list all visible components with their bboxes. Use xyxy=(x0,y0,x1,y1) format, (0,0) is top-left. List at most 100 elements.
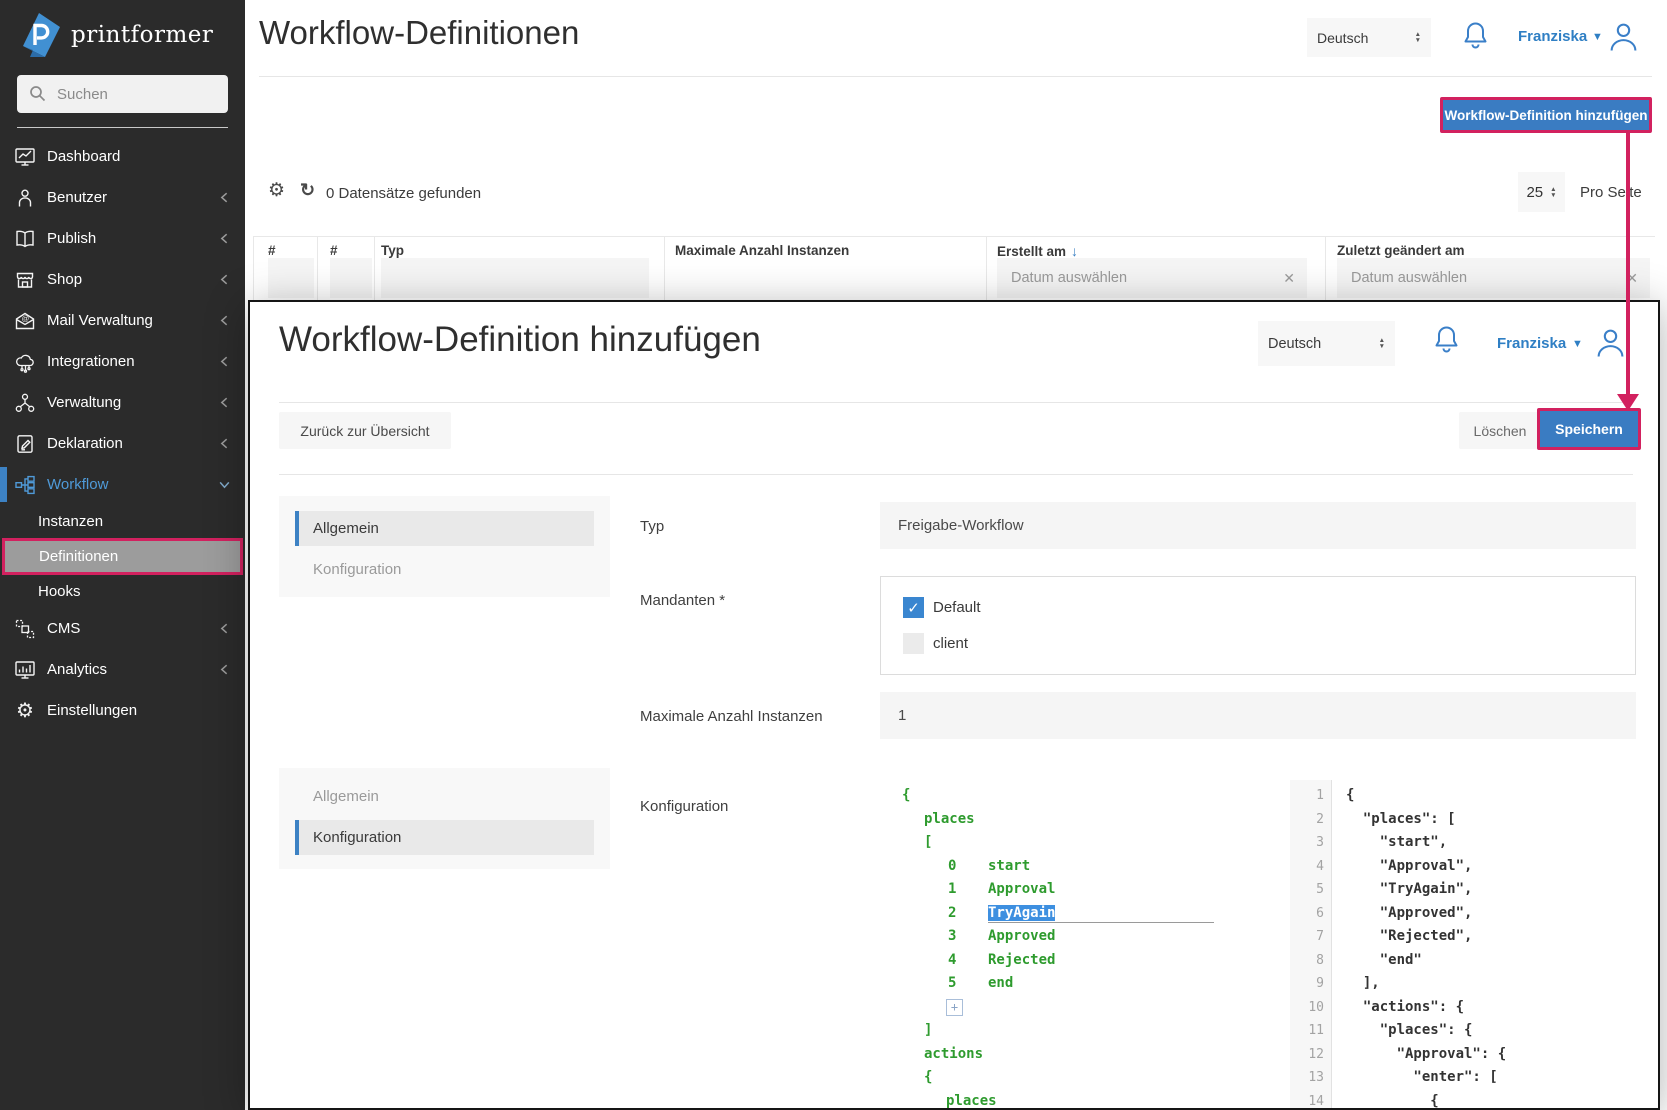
language-select[interactable]: Deutsch ▲▼ xyxy=(1307,18,1431,57)
table-top-border xyxy=(253,236,1655,237)
user-avatar-icon[interactable] xyxy=(1608,21,1639,52)
checkbox-default-label: Default xyxy=(933,599,981,616)
sidebar-item-shop[interactable]: Shop xyxy=(0,259,245,300)
code-line: "start", xyxy=(1346,831,1646,855)
column-header-max-instanzen[interactable]: Maximale Anzahl Instanzen xyxy=(675,243,849,258)
active-indicator-bar xyxy=(0,467,7,502)
check-icon: ✓ xyxy=(907,599,920,617)
sidebar-item-deklaration[interactable]: Deklaration xyxy=(0,423,245,464)
storefront-icon xyxy=(12,269,38,291)
tab-allgemein[interactable]: Allgemein xyxy=(313,788,379,805)
sidebar-item-benutzer[interactable]: Benutzer xyxy=(0,177,245,218)
tree-item-value-editing[interactable]: TryAgain xyxy=(988,905,1055,921)
tree-item-value[interactable]: Rejected xyxy=(988,952,1055,968)
workflow-definition-dialog: Workflow-Definition hinzufügen Deutsch ▲… xyxy=(248,300,1660,1110)
sort-desc-icon[interactable]: ↓ xyxy=(1071,243,1078,259)
back-to-overview-button[interactable]: Zurück zur Übersicht xyxy=(279,412,451,449)
code-line-number-gutter: 1234567891011121314 xyxy=(1290,780,1332,1110)
select-arrows-icon: ▲▼ xyxy=(1415,32,1421,43)
chevron-left-icon xyxy=(218,191,231,204)
clear-x-icon[interactable]: ✕ xyxy=(1283,270,1295,287)
notification-bell-icon[interactable] xyxy=(1462,20,1489,51)
sidebar-item-dashboard[interactable]: Dashboard xyxy=(0,136,245,177)
save-button[interactable]: Speichern xyxy=(1537,408,1641,450)
code-line: "end" xyxy=(1346,949,1646,973)
sidebar-item-einstellungen[interactable]: ⚙ Einstellungen xyxy=(0,690,245,731)
user-name[interactable]: Franziska xyxy=(1518,28,1587,45)
sidebar-item-verwaltung[interactable]: Verwaltung xyxy=(0,382,245,423)
dialog-language-select[interactable]: Deutsch ▲▼ xyxy=(1258,321,1395,366)
annotation-arrow-line xyxy=(1626,133,1630,395)
tab-allgemein[interactable]: Allgemein xyxy=(295,511,594,546)
tree-item-value[interactable]: Approval xyxy=(988,881,1055,897)
json-code-editor[interactable]: { "places": [ "start", "Approval", "TryA… xyxy=(1346,784,1646,1110)
user-avatar-icon[interactable] xyxy=(1595,327,1626,358)
sidebar-item-cms[interactable]: CMS xyxy=(0,608,245,649)
sidebar-item-hooks[interactable]: Hooks xyxy=(0,575,245,608)
select-arrows-icon: ▲▼ xyxy=(1550,187,1556,198)
user-name[interactable]: Franziska xyxy=(1497,335,1566,352)
user-caret-down-icon[interactable]: ▼ xyxy=(1592,31,1603,43)
sidebar-item-publish[interactable]: Publish xyxy=(0,218,245,259)
sidebar-item-mail-verwaltung[interactable]: @ Mail Verwaltung xyxy=(0,300,245,341)
tab-konfiguration[interactable]: Konfiguration xyxy=(295,820,594,855)
max-instanzen-value: 1 xyxy=(898,707,906,724)
delete-button[interactable]: Löschen xyxy=(1459,412,1541,449)
column-header-typ[interactable]: Typ xyxy=(381,243,404,258)
annotation-arrow-head xyxy=(1617,394,1639,411)
sidebar-item-analytics[interactable]: Analytics xyxy=(0,649,245,690)
sidebar-item-instanzen[interactable]: Instanzen xyxy=(0,505,245,538)
code-line: "Approval", xyxy=(1346,855,1646,879)
dialog-divider xyxy=(279,402,1633,403)
user-caret-down-icon[interactable]: ▼ xyxy=(1572,338,1583,350)
refresh-icon[interactable]: ↻ xyxy=(300,181,315,199)
add-array-item-button[interactable]: + xyxy=(946,999,963,1016)
tree-item-index: 1 xyxy=(948,878,988,902)
edit-underline xyxy=(988,922,1214,923)
tree-item-value[interactable]: Approved xyxy=(988,928,1055,944)
column-separator xyxy=(374,236,375,300)
column-header-geaendert-am[interactable]: Zuletzt geändert am xyxy=(1337,243,1465,258)
tree-item-value[interactable]: end xyxy=(988,975,1013,991)
search-input[interactable] xyxy=(17,75,228,113)
column-header-id1[interactable]: # xyxy=(268,243,276,258)
filter-created-date-input[interactable]: Datum auswählen ✕ xyxy=(997,258,1307,298)
add-workflow-definition-button[interactable]: Workflow-Definition hinzufügen xyxy=(1440,97,1652,133)
tab-active-bar xyxy=(295,820,299,855)
checkbox-default[interactable]: ✓ xyxy=(903,597,924,618)
code-line: "Approved", xyxy=(1346,902,1646,926)
checkbox-client[interactable] xyxy=(903,633,924,654)
code-line: { xyxy=(1346,1090,1646,1110)
per-page-select[interactable]: 25 ▲▼ xyxy=(1518,172,1565,212)
tab-label: Allgemein xyxy=(313,520,379,537)
select-arrows-icon: ▲▼ xyxy=(1379,338,1385,349)
filter-typ-input[interactable] xyxy=(381,258,649,298)
tab-konfiguration[interactable]: Konfiguration xyxy=(313,561,401,578)
per-page-value: 25 xyxy=(1526,184,1543,201)
code-line: "enter": [ xyxy=(1346,1066,1646,1090)
column-separator xyxy=(317,236,318,300)
chevron-left-icon xyxy=(218,663,231,676)
sidebar-item-workflow[interactable]: Workflow xyxy=(0,464,245,505)
filter-id2-input[interactable] xyxy=(330,258,372,298)
sidebar-item-label: Verwaltung xyxy=(47,394,121,411)
sidebar-subitem-label: Instanzen xyxy=(38,513,103,530)
sidebar-item-label: Einstellungen xyxy=(47,702,137,719)
header-divider xyxy=(259,76,1652,77)
filter-id1-input[interactable] xyxy=(268,258,314,298)
sidebar-item-label: CMS xyxy=(47,620,80,637)
sidebar-item-definitionen[interactable]: Definitionen xyxy=(2,538,243,575)
search-icon xyxy=(28,84,48,104)
sidebar-item-integrationen[interactable]: Integrationen xyxy=(0,341,245,382)
typ-field[interactable]: Freigabe-Workflow xyxy=(880,502,1636,549)
chevron-left-icon xyxy=(218,355,231,368)
notification-bell-icon[interactable] xyxy=(1433,324,1460,355)
logo[interactable]: printformer xyxy=(0,0,245,58)
table-settings-gear-icon[interactable]: ⚙ xyxy=(268,181,285,200)
column-header-id2[interactable]: # xyxy=(330,243,338,258)
filter-modified-date-input[interactable]: Datum auswählen ✕ xyxy=(1337,258,1650,298)
column-header-erstellt-am[interactable]: Erstellt am↓ xyxy=(997,243,1078,259)
max-instanzen-field[interactable]: 1 xyxy=(880,692,1636,739)
tree-item-index: 0 xyxy=(948,855,988,879)
tree-item-value[interactable]: start xyxy=(988,858,1030,874)
